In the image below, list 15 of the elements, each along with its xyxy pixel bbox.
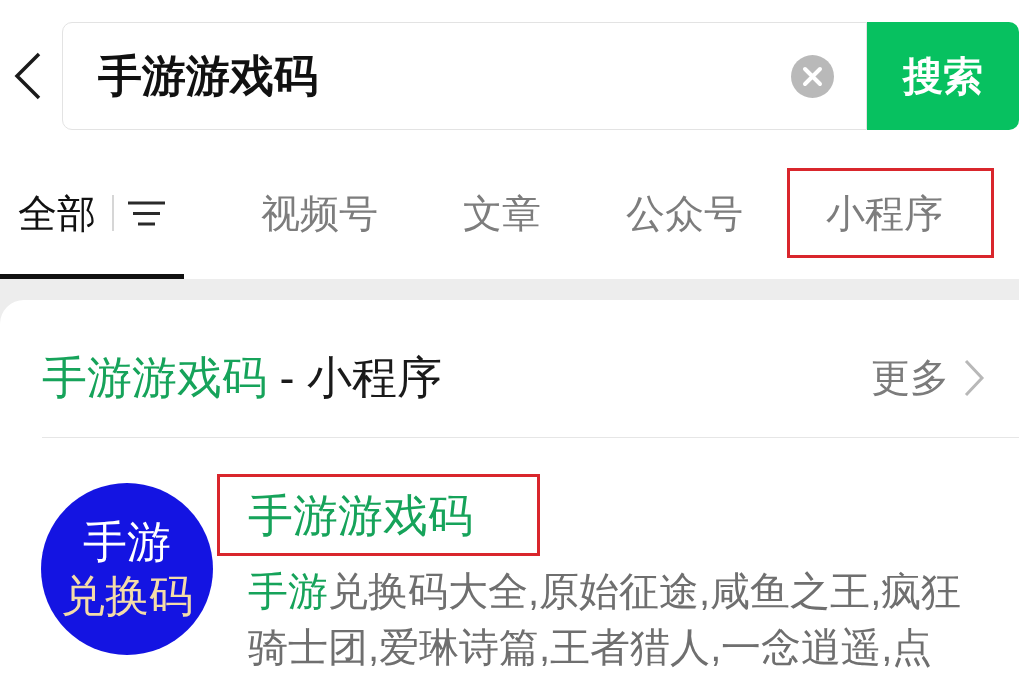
search-button[interactable]: 搜索 xyxy=(867,22,1019,130)
filter-icon[interactable] xyxy=(128,200,165,226)
result-title[interactable]: 手游游戏码 xyxy=(248,492,473,538)
section-title: 手游游戏码 - 小程序 xyxy=(42,355,442,400)
tab[interactable]: 全部 xyxy=(18,193,96,233)
tab[interactable]: 公众号 xyxy=(626,193,743,233)
logo-text: 兑换码 xyxy=(61,570,193,622)
tab[interactable]: 小程序 xyxy=(826,193,943,233)
chevron-right-icon xyxy=(963,358,985,397)
result-description: 手游兑换码大全,原始征途,咸鱼之王,疯狂 骑士团,爱琳诗篇,王者猎人,一念逍遥,点 xyxy=(247,568,962,671)
more-link[interactable]: 更多 xyxy=(871,358,985,397)
logo-text: 手游 xyxy=(83,516,171,568)
tab[interactable]: 文章 xyxy=(463,193,541,233)
back-icon[interactable] xyxy=(13,52,43,100)
tab[interactable]: 视频号 xyxy=(261,193,378,233)
